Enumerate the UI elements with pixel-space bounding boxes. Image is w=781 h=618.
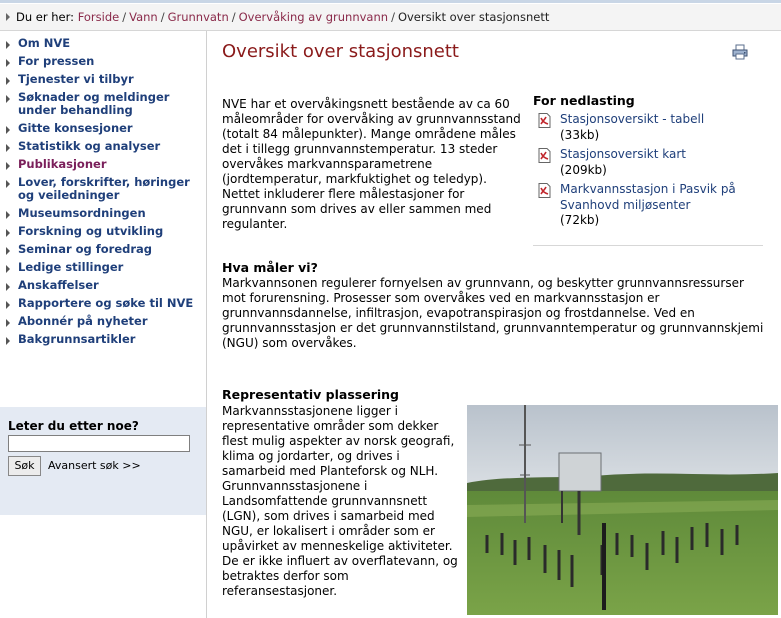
breadcrumb-separator: / (391, 10, 395, 24)
sidebar-item-konsesjoner[interactable]: Gitte konsesjoner (0, 120, 206, 138)
sidebar-item-label: Om NVE (18, 36, 71, 50)
page-title: Oversikt over stasjonsnett (222, 41, 459, 62)
sidebar-item-label: Publikasjoner (18, 157, 107, 171)
download-size: (33kb) (560, 127, 600, 142)
section-text-plassering: Markvannsstasjonene ligger i representat… (222, 404, 458, 598)
sidebar: Om NVE For pressen Tjenester vi tilbyr S… (0, 31, 206, 618)
sidebar-item-label: Rapportere og søke til NVE (18, 296, 194, 310)
advanced-search-link[interactable]: Avansert søk >> (48, 459, 141, 472)
section-heading-hva-maler: Hva måler vi? (222, 260, 318, 275)
arrow-right-icon (6, 162, 10, 170)
sidebar-item-label: Forskning og utvikling (18, 224, 164, 238)
arrow-right-icon (6, 319, 10, 327)
sidebar-item-om-nve[interactable]: Om NVE (0, 35, 206, 53)
breadcrumb-separator: / (122, 10, 127, 24)
arrow-right-icon (6, 126, 10, 134)
pdf-icon (538, 148, 551, 163)
arrow-right-icon (6, 180, 10, 188)
pdf-icon (538, 113, 551, 128)
arrow-right-icon (6, 337, 10, 345)
station-photo (467, 405, 778, 615)
breadcrumb-separator: / (160, 10, 165, 24)
main-content: Oversikt over stasjonsnett NVE har et ov… (207, 31, 781, 618)
sidebar-item-seminar[interactable]: Seminar og foredrag (0, 241, 206, 259)
search-label: Leter du etter noe? (8, 419, 139, 433)
sidebar-item-anskaffelser[interactable]: Anskaffelser (0, 277, 206, 295)
download-title: For nedlasting (533, 93, 635, 108)
pdf-icon (538, 183, 551, 198)
breadcrumb-prefix: Du er her: (16, 10, 75, 24)
download-link-kart[interactable]: Stasjonsoversikt kart (560, 147, 686, 161)
top-border (0, 0, 781, 3)
arrow-right-icon (6, 211, 10, 219)
sidebar-item-rapportere[interactable]: Rapportere og søke til NVE (0, 295, 206, 313)
intro-text: NVE har et overvåkingsnett bestående av … (222, 97, 521, 231)
sidebar-item-label: Ledige stillinger (18, 260, 124, 274)
sidebar-item-tjenester[interactable]: Tjenester vi tilbyr (0, 71, 206, 89)
sidebar-item-stillinger[interactable]: Ledige stillinger (0, 259, 206, 277)
download-link-pasvik[interactable]: Markvannsstasjon i Pasvik på Svanhovd mi… (560, 182, 736, 212)
arrow-right-icon (6, 144, 10, 152)
breadcrumb-link-overvaking[interactable]: Overvåking av grunnvann (239, 10, 388, 24)
breadcrumb-link-vann[interactable]: Vann (129, 10, 158, 24)
search-input[interactable] (8, 435, 190, 452)
sidebar-item-label: For pressen (18, 54, 95, 68)
arrow-right-icon (6, 41, 10, 49)
breadcrumb: Du er her: Forside / Vann / Grunnvatn / Overvå… (0, 4, 781, 31)
search-button[interactable]: Søk (8, 456, 41, 476)
sidebar-item-label: Søknader og meldinger under behandling (18, 90, 170, 117)
breadcrumb-separator: / (231, 10, 236, 24)
sidebar-item-label: Seminar og foredrag (18, 242, 153, 256)
download-item: Stasjonsoversikt kart (209kb) (533, 147, 763, 178)
section-text-hva-maler: Markvannsonen regulerer fornyelsen av gr… (222, 276, 764, 350)
sidebar-menu: Om NVE For pressen Tjenester vi tilbyr S… (0, 31, 206, 349)
arrow-right-icon (6, 229, 10, 237)
print-icon[interactable] (732, 44, 748, 60)
sidebar-item-bakgrunn[interactable]: Bakgrunnsartikler (0, 331, 206, 349)
breadcrumb-link-forside[interactable]: Forside (78, 10, 120, 24)
download-item: Markvannsstasjon i Pasvik på Svanhovd mi… (533, 182, 763, 229)
arrow-right-icon (6, 283, 10, 291)
breadcrumb-link-grunnvatn[interactable]: Grunnvatn (168, 10, 229, 24)
sidebar-item-label: Gitte konsesjoner (18, 121, 133, 135)
sidebar-item-label: Anskaffelser (18, 278, 99, 292)
sidebar-item-for-pressen[interactable]: For pressen (0, 53, 206, 71)
sidebar-item-label: Abonnér på nyheter (18, 314, 148, 328)
sidebar-item-publikasjoner[interactable]: Publikasjoner (0, 156, 206, 174)
arrow-right-icon (6, 59, 10, 67)
sidebar-item-abonner[interactable]: Abonnér på nyheter (0, 313, 206, 331)
breadcrumb-current: Oversikt over stasjonsnett (397, 10, 550, 24)
download-link-tabell[interactable]: Stasjonsoversikt - tabell (560, 112, 704, 126)
sidebar-item-label: Lover, forskrifter, høringer og veiledni… (18, 175, 190, 202)
sidebar-item-label: Tjenester vi tilbyr (18, 72, 134, 86)
sidebar-item-label: Museumsordningen (18, 206, 146, 220)
search-panel: Leter du etter noe? Søk Avansert søk >> (0, 407, 206, 515)
sidebar-item-museum[interactable]: Museumsordningen (0, 205, 206, 223)
sidebar-item-soknader[interactable]: Søknader og meldinger under behandling (0, 89, 206, 120)
arrow-right-icon (6, 13, 10, 21)
arrow-right-icon (6, 301, 10, 309)
sidebar-item-forskning[interactable]: Forskning og utvikling (0, 223, 206, 241)
sidebar-item-statistikk[interactable]: Statistikk og analyser (0, 138, 206, 156)
arrow-right-icon (6, 247, 10, 255)
arrow-right-icon (6, 265, 10, 273)
sidebar-item-label: Statistikk og analyser (18, 139, 161, 153)
arrow-right-icon (6, 77, 10, 85)
download-size: (72kb) (560, 213, 600, 227)
download-size: (209kb) (560, 162, 607, 177)
section-heading-plassering: Representativ plassering (222, 387, 400, 402)
download-box: For nedlasting Stasjonsoversikt - tabell… (533, 93, 763, 246)
sidebar-item-label: Bakgrunnsartikler (18, 332, 136, 346)
arrow-right-icon (6, 95, 10, 103)
sidebar-item-lover[interactable]: Lover, forskrifter, høringer og veiledni… (0, 174, 206, 205)
download-item: Stasjonsoversikt - tabell (33kb) (533, 112, 763, 143)
